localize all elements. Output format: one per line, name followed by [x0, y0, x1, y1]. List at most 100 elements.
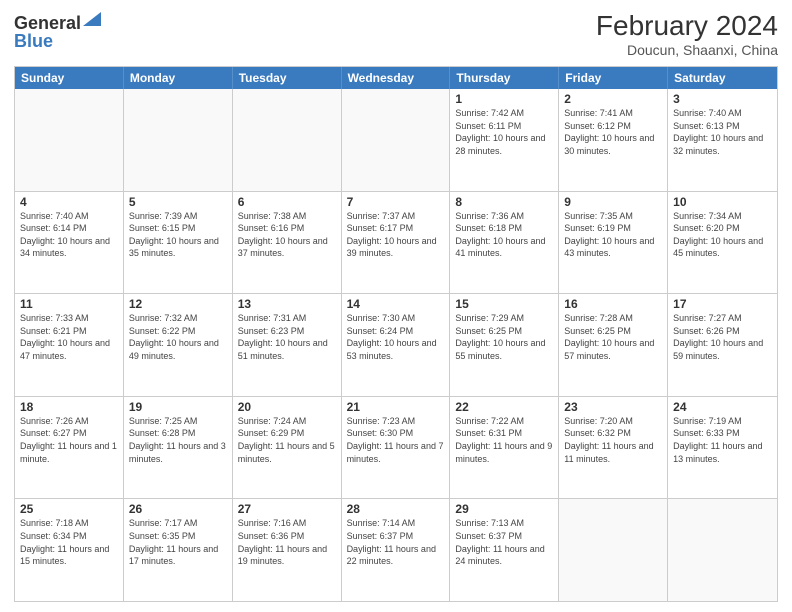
- day-number: 20: [238, 400, 336, 414]
- day-number: 5: [129, 195, 227, 209]
- day-number: 14: [347, 297, 445, 311]
- cell-info: Sunrise: 7:41 AM Sunset: 6:12 PM Dayligh…: [564, 107, 662, 157]
- page: General Blue February 2024 Doucun, Shaan…: [0, 0, 792, 612]
- day-number: 29: [455, 502, 553, 516]
- cell-info: Sunrise: 7:28 AM Sunset: 6:25 PM Dayligh…: [564, 312, 662, 362]
- day-number: 27: [238, 502, 336, 516]
- header: General Blue February 2024 Doucun, Shaan…: [14, 10, 778, 58]
- day-number: 18: [20, 400, 118, 414]
- day-number: 16: [564, 297, 662, 311]
- calendar-cell: 26Sunrise: 7:17 AM Sunset: 6:35 PM Dayli…: [124, 499, 233, 601]
- cell-info: Sunrise: 7:26 AM Sunset: 6:27 PM Dayligh…: [20, 415, 118, 465]
- calendar-cell: 17Sunrise: 7:27 AM Sunset: 6:26 PM Dayli…: [668, 294, 777, 396]
- cell-info: Sunrise: 7:36 AM Sunset: 6:18 PM Dayligh…: [455, 210, 553, 260]
- calendar-cell: 28Sunrise: 7:14 AM Sunset: 6:37 PM Dayli…: [342, 499, 451, 601]
- day-number: 8: [455, 195, 553, 209]
- calendar-cell: 23Sunrise: 7:20 AM Sunset: 6:32 PM Dayli…: [559, 397, 668, 499]
- calendar-cell: 4Sunrise: 7:40 AM Sunset: 6:14 PM Daylig…: [15, 192, 124, 294]
- day-number: 10: [673, 195, 772, 209]
- cell-info: Sunrise: 7:22 AM Sunset: 6:31 PM Dayligh…: [455, 415, 553, 465]
- calendar: SundayMondayTuesdayWednesdayThursdayFrid…: [14, 66, 778, 602]
- location: Doucun, Shaanxi, China: [596, 42, 778, 58]
- cell-info: Sunrise: 7:13 AM Sunset: 6:37 PM Dayligh…: [455, 517, 553, 567]
- header-day-thursday: Thursday: [450, 67, 559, 89]
- logo-general-text: General: [14, 14, 81, 32]
- calendar-cell: [233, 89, 342, 191]
- cell-info: Sunrise: 7:18 AM Sunset: 6:34 PM Dayligh…: [20, 517, 118, 567]
- calendar-week-0: 1Sunrise: 7:42 AM Sunset: 6:11 PM Daylig…: [15, 89, 777, 191]
- calendar-header-row: SundayMondayTuesdayWednesdayThursdayFrid…: [15, 67, 777, 89]
- calendar-cell: [15, 89, 124, 191]
- day-number: 22: [455, 400, 553, 414]
- cell-info: Sunrise: 7:19 AM Sunset: 6:33 PM Dayligh…: [673, 415, 772, 465]
- day-number: 1: [455, 92, 553, 106]
- calendar-cell: 21Sunrise: 7:23 AM Sunset: 6:30 PM Dayli…: [342, 397, 451, 499]
- day-number: 4: [20, 195, 118, 209]
- calendar-week-2: 11Sunrise: 7:33 AM Sunset: 6:21 PM Dayli…: [15, 293, 777, 396]
- calendar-cell: 2Sunrise: 7:41 AM Sunset: 6:12 PM Daylig…: [559, 89, 668, 191]
- day-number: 24: [673, 400, 772, 414]
- day-number: 6: [238, 195, 336, 209]
- day-number: 11: [20, 297, 118, 311]
- calendar-cell: 24Sunrise: 7:19 AM Sunset: 6:33 PM Dayli…: [668, 397, 777, 499]
- calendar-cell: 13Sunrise: 7:31 AM Sunset: 6:23 PM Dayli…: [233, 294, 342, 396]
- cell-info: Sunrise: 7:33 AM Sunset: 6:21 PM Dayligh…: [20, 312, 118, 362]
- cell-info: Sunrise: 7:32 AM Sunset: 6:22 PM Dayligh…: [129, 312, 227, 362]
- cell-info: Sunrise: 7:14 AM Sunset: 6:37 PM Dayligh…: [347, 517, 445, 567]
- calendar-cell: [342, 89, 451, 191]
- day-number: 15: [455, 297, 553, 311]
- day-number: 2: [564, 92, 662, 106]
- header-day-wednesday: Wednesday: [342, 67, 451, 89]
- calendar-cell: 27Sunrise: 7:16 AM Sunset: 6:36 PM Dayli…: [233, 499, 342, 601]
- logo: General Blue: [14, 14, 101, 50]
- calendar-cell: 5Sunrise: 7:39 AM Sunset: 6:15 PM Daylig…: [124, 192, 233, 294]
- calendar-cell: 7Sunrise: 7:37 AM Sunset: 6:17 PM Daylig…: [342, 192, 451, 294]
- title-block: February 2024 Doucun, Shaanxi, China: [596, 10, 778, 58]
- calendar-cell: 14Sunrise: 7:30 AM Sunset: 6:24 PM Dayli…: [342, 294, 451, 396]
- calendar-cell: 6Sunrise: 7:38 AM Sunset: 6:16 PM Daylig…: [233, 192, 342, 294]
- day-number: 25: [20, 502, 118, 516]
- header-day-sunday: Sunday: [15, 67, 124, 89]
- day-number: 7: [347, 195, 445, 209]
- cell-info: Sunrise: 7:38 AM Sunset: 6:16 PM Dayligh…: [238, 210, 336, 260]
- cell-info: Sunrise: 7:31 AM Sunset: 6:23 PM Dayligh…: [238, 312, 336, 362]
- calendar-cell: 15Sunrise: 7:29 AM Sunset: 6:25 PM Dayli…: [450, 294, 559, 396]
- header-day-tuesday: Tuesday: [233, 67, 342, 89]
- calendar-cell: 16Sunrise: 7:28 AM Sunset: 6:25 PM Dayli…: [559, 294, 668, 396]
- cell-info: Sunrise: 7:35 AM Sunset: 6:19 PM Dayligh…: [564, 210, 662, 260]
- calendar-cell: [559, 499, 668, 601]
- cell-info: Sunrise: 7:29 AM Sunset: 6:25 PM Dayligh…: [455, 312, 553, 362]
- calendar-cell: 9Sunrise: 7:35 AM Sunset: 6:19 PM Daylig…: [559, 192, 668, 294]
- day-number: 12: [129, 297, 227, 311]
- cell-info: Sunrise: 7:34 AM Sunset: 6:20 PM Dayligh…: [673, 210, 772, 260]
- cell-info: Sunrise: 7:42 AM Sunset: 6:11 PM Dayligh…: [455, 107, 553, 157]
- cell-info: Sunrise: 7:40 AM Sunset: 6:14 PM Dayligh…: [20, 210, 118, 260]
- cell-info: Sunrise: 7:39 AM Sunset: 6:15 PM Dayligh…: [129, 210, 227, 260]
- calendar-cell: 25Sunrise: 7:18 AM Sunset: 6:34 PM Dayli…: [15, 499, 124, 601]
- calendar-cell: 1Sunrise: 7:42 AM Sunset: 6:11 PM Daylig…: [450, 89, 559, 191]
- cell-info: Sunrise: 7:27 AM Sunset: 6:26 PM Dayligh…: [673, 312, 772, 362]
- calendar-week-1: 4Sunrise: 7:40 AM Sunset: 6:14 PM Daylig…: [15, 191, 777, 294]
- header-day-saturday: Saturday: [668, 67, 777, 89]
- cell-info: Sunrise: 7:17 AM Sunset: 6:35 PM Dayligh…: [129, 517, 227, 567]
- day-number: 21: [347, 400, 445, 414]
- logo-icon: [83, 12, 101, 26]
- day-number: 9: [564, 195, 662, 209]
- day-number: 28: [347, 502, 445, 516]
- cell-info: Sunrise: 7:37 AM Sunset: 6:17 PM Dayligh…: [347, 210, 445, 260]
- calendar-cell: [668, 499, 777, 601]
- cell-info: Sunrise: 7:24 AM Sunset: 6:29 PM Dayligh…: [238, 415, 336, 465]
- calendar-cell: 3Sunrise: 7:40 AM Sunset: 6:13 PM Daylig…: [668, 89, 777, 191]
- cell-info: Sunrise: 7:25 AM Sunset: 6:28 PM Dayligh…: [129, 415, 227, 465]
- calendar-week-3: 18Sunrise: 7:26 AM Sunset: 6:27 PM Dayli…: [15, 396, 777, 499]
- month-year: February 2024: [596, 10, 778, 42]
- calendar-cell: 29Sunrise: 7:13 AM Sunset: 6:37 PM Dayli…: [450, 499, 559, 601]
- calendar-cell: 12Sunrise: 7:32 AM Sunset: 6:22 PM Dayli…: [124, 294, 233, 396]
- day-number: 17: [673, 297, 772, 311]
- calendar-cell: 11Sunrise: 7:33 AM Sunset: 6:21 PM Dayli…: [15, 294, 124, 396]
- day-number: 19: [129, 400, 227, 414]
- cell-info: Sunrise: 7:16 AM Sunset: 6:36 PM Dayligh…: [238, 517, 336, 567]
- day-number: 13: [238, 297, 336, 311]
- cell-info: Sunrise: 7:30 AM Sunset: 6:24 PM Dayligh…: [347, 312, 445, 362]
- day-number: 3: [673, 92, 772, 106]
